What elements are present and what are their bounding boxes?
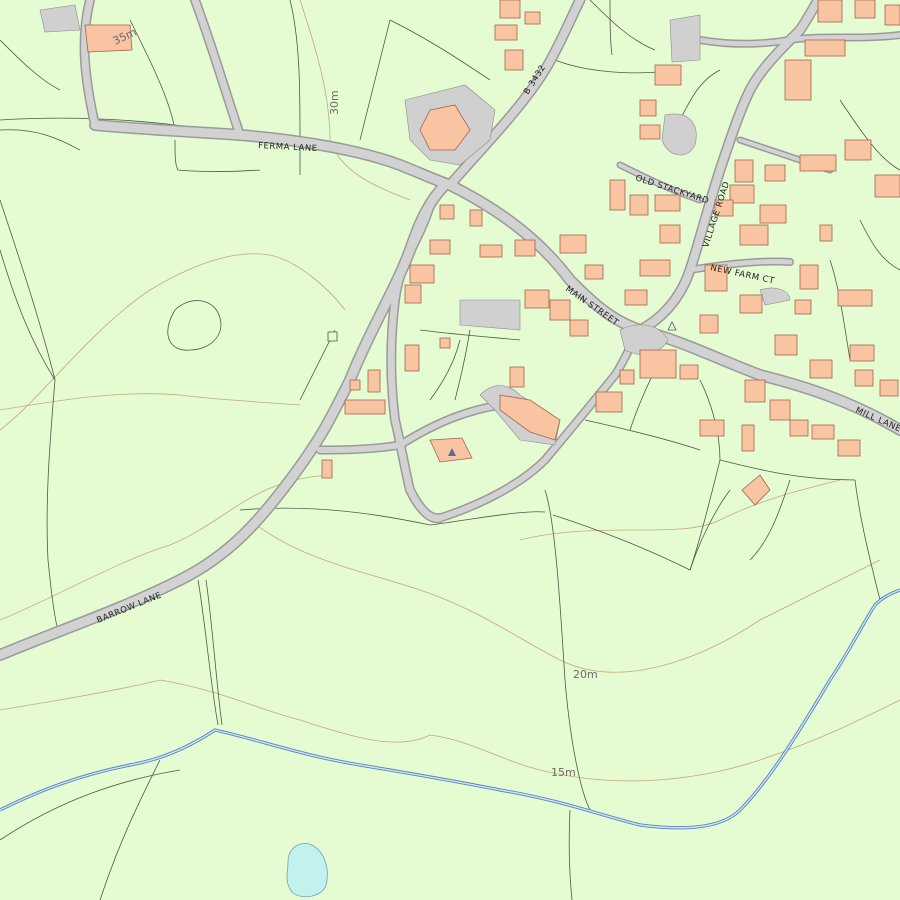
footpath — [197, 579, 219, 726]
contour-label-15m: 15m — [551, 766, 576, 779]
footpath-edge — [205, 579, 223, 726]
pond — [286, 843, 328, 898]
contour-label-20m: 20m — [573, 668, 598, 681]
label-ferma-lane: FERMA LANE — [258, 141, 318, 154]
map-canvas[interactable]: FERMA LANE BARROW LANE B 3432 MAIN STREE… — [0, 0, 900, 900]
small-enclosure — [327, 331, 338, 342]
contour-label-30m: 30m — [328, 90, 341, 115]
pond-enclosure — [167, 300, 222, 351]
river — [0, 588, 900, 830]
buildings — [84, 0, 900, 506]
map-view[interactable]: FERMA LANE BARROW LANE B 3432 MAIN STREE… — [0, 0, 900, 900]
